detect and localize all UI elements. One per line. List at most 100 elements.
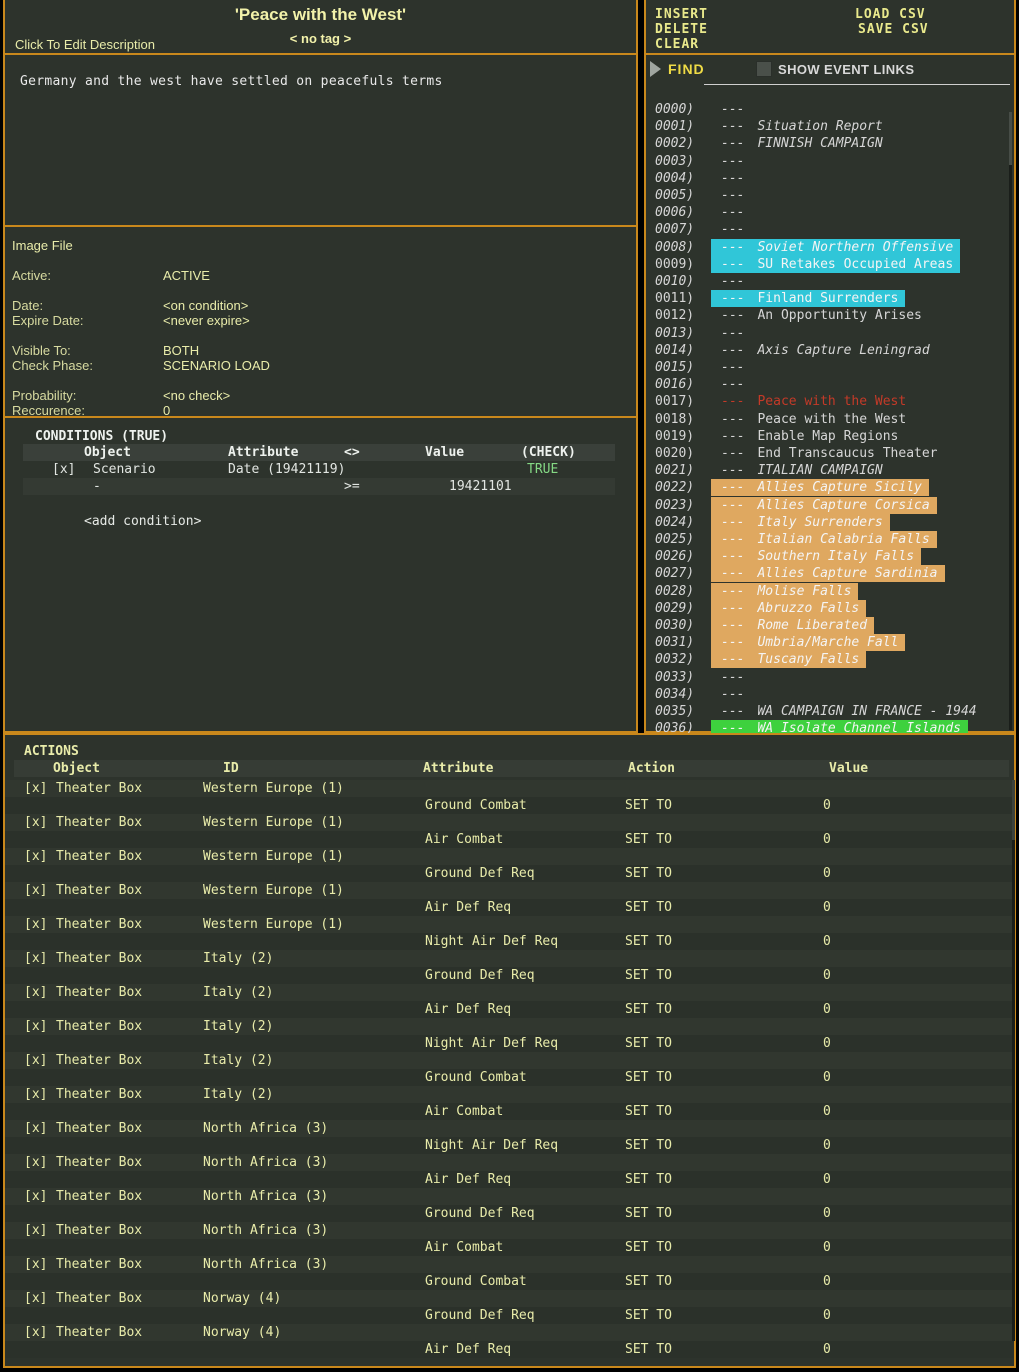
event-list-scrollbar-thumb[interactable] — [1009, 112, 1012, 165]
event-list-item[interactable]: 0029) --- Abruzzo Falls — [646, 599, 1014, 618]
event-list-item[interactable]: 0005) --- — [646, 187, 1014, 205]
action-enabled-checkbox[interactable]: [x] — [24, 883, 47, 898]
property-value[interactable]: ACTIVE — [163, 268, 210, 283]
action-row-detail[interactable]: Night Air Def Req SET TO 0 — [5, 933, 1014, 950]
event-list-item[interactable]: 0010) --- — [646, 273, 1014, 291]
action-row-detail[interactable]: Air Combat SET TO 0 — [5, 1239, 1014, 1256]
action-row-detail[interactable]: Ground Def Req SET TO 0 — [5, 865, 1014, 882]
event-list-item[interactable]: 0012) --- An Opportunity Arises — [646, 307, 1014, 325]
action-row-detail[interactable]: Air Combat SET TO 0 — [5, 1103, 1014, 1120]
condition-row[interactable]: - >= 19421101 — [23, 478, 615, 495]
event-list-item[interactable]: 0002) --- FINNISH CAMPAIGN — [646, 135, 1014, 153]
action-row-object[interactable]: [x] Theater Box Italy (2) — [5, 1018, 1014, 1035]
event-list-item[interactable]: 0028) --- Molise Falls — [646, 582, 1014, 601]
action-row-detail[interactable]: Ground Combat SET TO 0 — [5, 797, 1014, 814]
property-value[interactable]: <on condition> — [163, 298, 248, 313]
action-row-detail[interactable]: Air Def Req SET TO 0 — [5, 899, 1014, 916]
event-list-item[interactable]: 0032) --- Tuscany Falls — [646, 651, 1014, 669]
action-row-detail[interactable]: Ground Def Req SET TO 0 — [5, 967, 1014, 984]
property-value[interactable]: 0 — [163, 403, 170, 418]
event-list-item[interactable]: 0004) --- — [646, 170, 1014, 188]
event-list-item[interactable]: 0034) --- — [646, 686, 1014, 704]
action-row-detail[interactable]: Ground Def Req SET TO 0 — [5, 1205, 1014, 1222]
action-enabled-checkbox[interactable]: [x] — [24, 849, 47, 864]
action-row-object[interactable]: [x] Theater Box Italy (2) — [5, 1086, 1014, 1103]
action-enabled-checkbox[interactable]: [x] — [24, 815, 47, 830]
event-list-item[interactable]: 0023) --- Allies Capture Corsica — [646, 496, 1014, 515]
event-list-item[interactable]: 0018) --- Peace with the West — [646, 411, 1014, 429]
event-list-item[interactable]: 0013) --- — [646, 325, 1014, 343]
action-enabled-checkbox[interactable]: [x] — [24, 917, 47, 932]
action-enabled-checkbox[interactable]: [x] — [24, 1223, 47, 1238]
action-row-object[interactable]: [x] Theater Box North Africa (3) — [5, 1256, 1014, 1273]
action-row-object[interactable]: [x] Theater Box Western Europe (1) — [5, 882, 1014, 899]
action-row-object[interactable]: [x] Theater Box Italy (2) — [5, 984, 1014, 1001]
property-value[interactable]: BOTH — [163, 343, 199, 358]
property-value[interactable]: <never expire> — [163, 313, 250, 328]
action-enabled-checkbox[interactable]: [x] — [24, 985, 47, 1000]
event-list-item[interactable]: 0015) --- — [646, 359, 1014, 377]
action-row-detail[interactable]: Air Def Req SET TO 0 — [5, 1341, 1014, 1358]
action-row-object[interactable]: [x] Theater Box Western Europe (1) — [5, 848, 1014, 865]
action-enabled-checkbox[interactable]: [x] — [24, 1019, 47, 1034]
action-row-object[interactable]: [x] Theater Box Western Europe (1) — [5, 916, 1014, 933]
event-list-item[interactable]: 0014) --- Axis Capture Leningrad — [646, 342, 1014, 360]
event-list-item[interactable]: 0001) --- Situation Report — [646, 118, 1014, 136]
action-row-object[interactable]: [x] Theater Box North Africa (3) — [5, 1188, 1014, 1205]
action-enabled-checkbox[interactable]: [x] — [24, 1291, 47, 1306]
action-enabled-checkbox[interactable]: [x] — [24, 1121, 47, 1136]
event-list-item[interactable]: 0016) --- — [646, 376, 1014, 394]
action-row-detail[interactable]: Night Air Def Req SET TO 0 — [5, 1035, 1014, 1052]
event-list-item[interactable]: 0025) --- Italian Calabria Falls — [646, 531, 1014, 549]
property-value[interactable]: SCENARIO LOAD — [163, 358, 270, 373]
action-enabled-checkbox[interactable]: [x] — [24, 1257, 47, 1272]
event-list-item[interactable]: 0030) --- Rome Liberated — [646, 617, 1014, 635]
action-enabled-checkbox[interactable]: [x] — [24, 781, 47, 796]
actions-scrollbar-thumb[interactable] — [1012, 780, 1015, 840]
event-list-item[interactable]: 0000) --- — [646, 101, 1014, 119]
action-row-detail[interactable]: Air Combat SET TO 0 — [5, 831, 1014, 848]
event-list-item[interactable]: 0017) --- Peace with the West — [646, 393, 1014, 411]
action-enabled-checkbox[interactable]: [x] — [24, 1053, 47, 1068]
condition-row[interactable]: [x] Scenario Date (19421119) TRUE — [23, 461, 615, 478]
action-enabled-checkbox[interactable]: [x] — [24, 1189, 47, 1204]
event-list-item[interactable]: 0031) --- Umbria/Marche Fall — [646, 634, 1014, 652]
description-area[interactable]: Germany and the west have settled on pea… — [5, 57, 636, 227]
action-row-detail[interactable]: Air Def Req SET TO 0 — [5, 1001, 1014, 1018]
action-row-object[interactable]: [x] Theater Box Norway (4) — [5, 1324, 1014, 1341]
property-value[interactable]: <no check> — [163, 388, 230, 403]
event-list-item[interactable]: 0021) --- ITALIAN CAMPAIGN — [646, 462, 1014, 480]
event-list-item[interactable]: 0003) --- — [646, 153, 1014, 171]
event-list-item[interactable]: 0007) --- — [646, 221, 1014, 239]
action-row-object[interactable]: [x] Theater Box North Africa (3) — [5, 1120, 1014, 1137]
action-row-object[interactable]: [x] Theater Box Italy (2) — [5, 950, 1014, 967]
event-list-item[interactable]: 0026) --- Southern Italy Falls — [646, 548, 1014, 566]
action-row-object[interactable]: [x] Theater Box Italy (2) — [5, 1052, 1014, 1069]
event-list-item[interactable]: 0020) --- End Transcaucus Theater — [646, 445, 1014, 463]
event-list-item[interactable]: 0009) --- SU Retakes Occupied Areas — [646, 255, 1014, 274]
event-list-item[interactable]: 0024) --- Italy Surrenders — [646, 513, 1014, 532]
event-list-item[interactable]: 0008) --- Soviet Northern Offensive — [646, 238, 1014, 257]
action-enabled-checkbox[interactable]: [x] — [24, 1325, 47, 1340]
event-list-item[interactable]: 0027) --- Allies Capture Sardinia — [646, 565, 1014, 583]
action-row-object[interactable]: [x] Theater Box North Africa (3) — [5, 1154, 1014, 1171]
event-list-item[interactable]: 0019) --- Enable Map Regions — [646, 428, 1014, 446]
event-list-item[interactable]: 0033) --- — [646, 669, 1014, 687]
action-row-object[interactable]: [x] Theater Box Norway (4) — [5, 1290, 1014, 1307]
action-row-object[interactable]: [x] Theater Box North Africa (3) — [5, 1222, 1014, 1239]
event-list-item[interactable]: 0022) --- Allies Capture Sicily — [646, 479, 1014, 497]
action-row-detail[interactable]: Air Def Req SET TO 0 — [5, 1171, 1014, 1188]
action-row-detail[interactable]: Ground Def Req SET TO 0 — [5, 1307, 1014, 1324]
actions-scrollbar-track[interactable] — [1012, 780, 1015, 1341]
action-row-detail[interactable]: Ground Combat SET TO 0 — [5, 1069, 1014, 1086]
event-list-scrollbar-track[interactable] — [1009, 112, 1012, 730]
action-row-object[interactable]: [x] Theater Box Western Europe (1) — [5, 780, 1014, 797]
action-row-object[interactable]: [x] Theater Box Western Europe (1) — [5, 814, 1014, 831]
action-enabled-checkbox[interactable]: [x] — [24, 1087, 47, 1102]
action-enabled-checkbox[interactable]: [x] — [24, 951, 47, 966]
event-list-item[interactable]: 0035) --- WA CAMPAIGN IN FRANCE - 1944 — [646, 703, 1014, 721]
event-list-item[interactable]: 0011) --- Finland Surrenders — [646, 290, 1014, 308]
action-enabled-checkbox[interactable]: [x] — [24, 1155, 47, 1170]
image-file-button[interactable]: Image File — [12, 238, 73, 253]
edit-description-button[interactable]: Click To Edit Description — [15, 37, 155, 52]
